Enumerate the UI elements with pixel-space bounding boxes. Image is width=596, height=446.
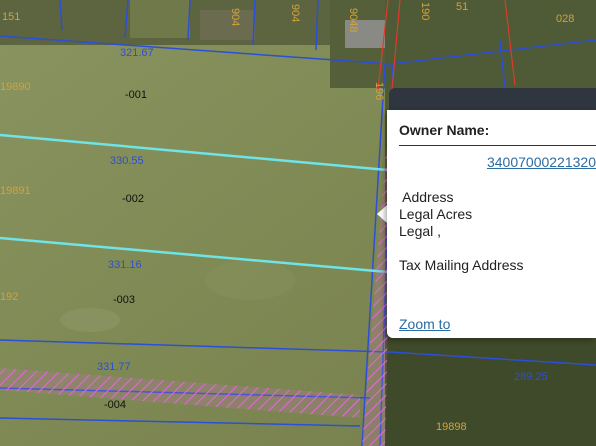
tax-mailing-address-field: Tax Mailing Address [399, 257, 524, 273]
dimension-label: 331.77 [97, 361, 131, 373]
address-label: 028 [556, 13, 574, 25]
parcel-label: -002 [122, 193, 144, 205]
address-label: 192 [0, 291, 18, 303]
parcel-popup: Owner Name: 34007000221320 Address Legal… [387, 110, 596, 338]
parcel-label: -001 [125, 89, 147, 101]
legal-acres-field: Legal Acres [399, 206, 473, 222]
address-label: 151 [2, 11, 20, 23]
address-label: 19890 [0, 81, 31, 93]
dimension-label: 331.16 [108, 259, 142, 271]
address-label: 904 [229, 8, 241, 26]
dimension-label: 321.67 [120, 47, 154, 59]
legal-field: Legal , [399, 223, 442, 239]
address-label: 19891 [0, 185, 31, 197]
address-label: 51 [456, 1, 468, 13]
divider [399, 145, 596, 146]
address-field: Address [399, 189, 454, 205]
parcel-label: -003 [113, 294, 135, 306]
zoom-to-link[interactable]: Zoom to [399, 316, 450, 332]
address-label: 190 [419, 2, 431, 20]
dimension-label: 330.55 [110, 155, 144, 167]
address-label: 19898 [436, 421, 467, 433]
parcel-id-link[interactable]: 34007000221320 [487, 154, 596, 170]
dimension-label: 289.25 [514, 371, 548, 383]
popup-pointer [377, 205, 387, 223]
address-label: 904 [289, 4, 301, 22]
popup-header [389, 88, 596, 110]
address-label: 9048 [347, 8, 359, 32]
address-label: 196 [373, 82, 385, 100]
owner-name-label: Owner Name: [399, 122, 490, 138]
parcel-label: -004 [104, 399, 126, 411]
